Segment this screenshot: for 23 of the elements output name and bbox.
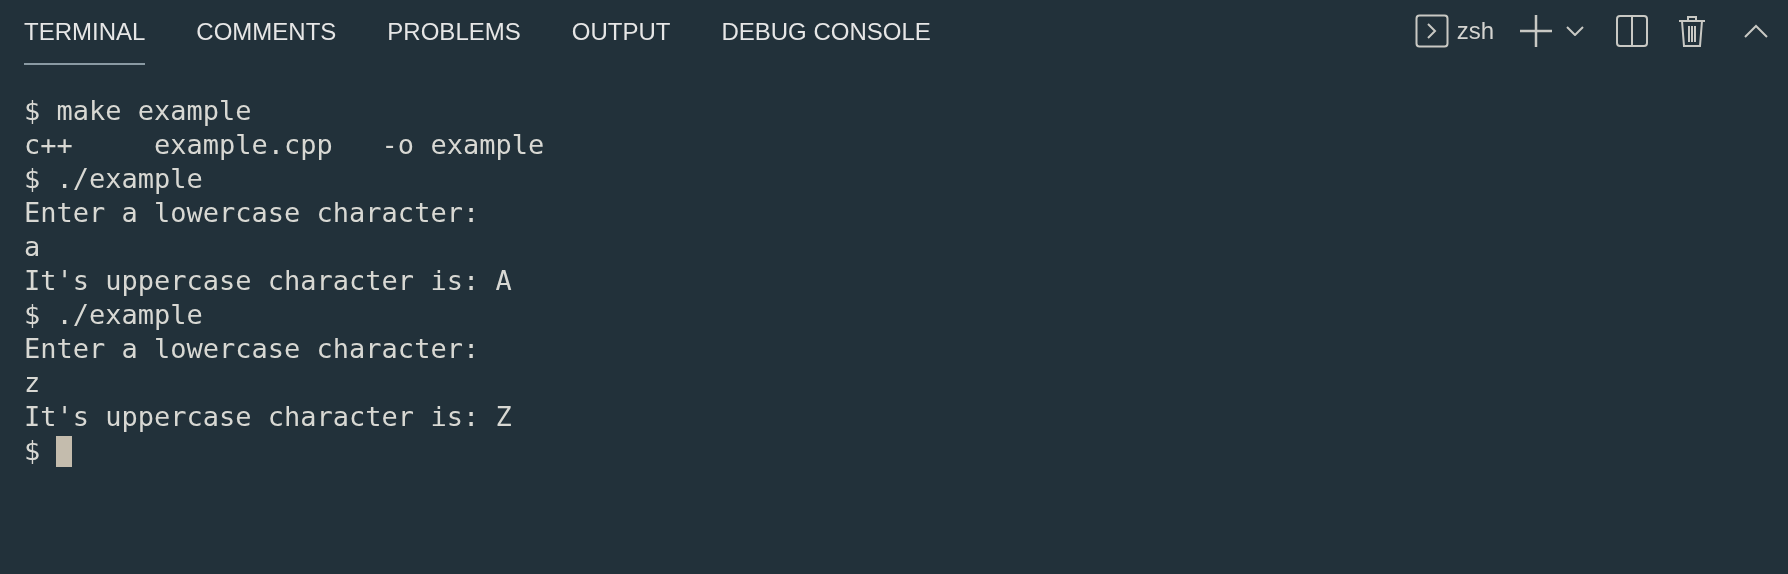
terminal-line: Enter a lowercase character: xyxy=(24,332,480,366)
terminal-line: z xyxy=(24,366,41,400)
chevron-down-icon[interactable] xyxy=(1566,26,1584,36)
shell-name[interactable]: zsh xyxy=(1456,17,1494,45)
panel-tab[interactable]: TERMINAL xyxy=(24,0,146,65)
panel-tab[interactable]: DEBUG CONSOLE xyxy=(721,0,931,65)
trash-icon[interactable] xyxy=(1678,15,1706,47)
terminal-line: It's uppercase character is: A xyxy=(24,264,512,298)
terminal-line: $ ./example xyxy=(24,162,203,196)
panel-tab[interactable]: COMMENTS xyxy=(196,0,337,65)
terminal-line: $ make example xyxy=(24,94,252,128)
terminal-line: Enter a lowercase character: xyxy=(24,196,480,230)
chevron-up-icon[interactable] xyxy=(1744,24,1768,38)
terminal-line: It's uppercase character is: Z xyxy=(24,400,512,434)
panel-tab[interactable]: PROBLEMS xyxy=(387,0,521,65)
plus-icon[interactable] xyxy=(1520,15,1552,47)
terminal-icon[interactable] xyxy=(1414,14,1449,48)
terminal-line: $ ./example xyxy=(24,298,203,332)
prompt: $ xyxy=(24,434,41,468)
split-icon[interactable] xyxy=(1616,15,1648,47)
terminal-line: a xyxy=(24,230,41,264)
terminal-line: c++ example.cpp -o example xyxy=(24,128,545,162)
panel-tab[interactable]: OUTPUT xyxy=(571,0,671,65)
